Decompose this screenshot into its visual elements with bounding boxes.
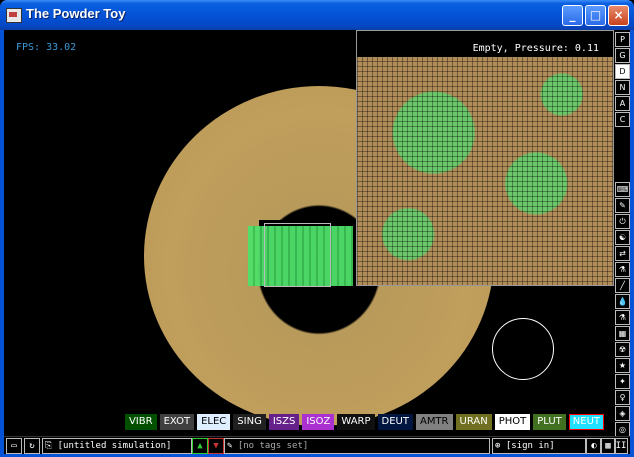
vote-down-button[interactable]: ▼ [208, 438, 224, 454]
simulation-canvas[interactable]: FPS: 33.02 Empty, Pressure: 0.11 P G D N A C ⌨… [4, 30, 630, 454]
app-icon [6, 8, 22, 23]
vote-up-button[interactable]: ▲ [192, 438, 208, 454]
window-titlebar[interactable]: The Powder Toy _ □ × [0, 0, 634, 30]
tool-category-4-icon[interactable]: ⇄ [615, 246, 630, 261]
element-amtr-button[interactable]: AMTR [415, 414, 453, 430]
element-plut-button[interactable]: PLUT [533, 414, 566, 430]
element-vibr-button[interactable]: VIBR [124, 414, 157, 430]
display-mode-g-button[interactable]: G [615, 48, 630, 63]
status-readout: Empty, Pressure: 0.11 [472, 43, 599, 54]
tool-category-11-icon[interactable]: ★ [615, 358, 630, 373]
reload-button[interactable]: ↻ [24, 438, 40, 454]
element-neut-button[interactable]: NEUT [568, 414, 604, 430]
right-sidebar: PGDNAC⌨✎⏻☯⇄⚗╱💧⚗▦☢★✦♀◈◎▤ [615, 30, 630, 454]
save-name: [untitled simulation] [57, 441, 172, 451]
pause-button[interactable]: II [614, 438, 628, 454]
element-phot-button[interactable]: PHOT [494, 414, 531, 430]
element-uran-button[interactable]: URAN [455, 414, 492, 430]
tool-category-15-icon[interactable]: ◎ [615, 422, 630, 437]
display-mode-a-button[interactable]: A [615, 96, 630, 111]
brush-cursor-circle [492, 318, 554, 380]
tool-category-2-icon[interactable]: ⏻ [615, 214, 630, 229]
tool-category-13-icon[interactable]: ♀ [615, 390, 630, 405]
save-simulation-button[interactable]: ⎘ [untitled simulation] [42, 438, 192, 454]
close-button[interactable]: × [608, 5, 629, 26]
display-mode-d-button[interactable]: D [615, 64, 630, 79]
element-sing-button[interactable]: SING [233, 414, 266, 430]
tool-category-8-icon[interactable]: ⚗ [615, 310, 630, 325]
element-elec-button[interactable]: ELEC [197, 414, 231, 430]
save-icon: ⎘ [45, 441, 53, 451]
display-mode-n-button[interactable]: N [615, 80, 630, 95]
tool-category-10-icon[interactable]: ☢ [615, 342, 630, 357]
element-bar: VIBR EXOT ELEC SING ISZS ISOZ WARP DEUT AMTR URAN… [124, 414, 604, 430]
element-deut-button[interactable]: DEUT [377, 414, 413, 430]
maximize-button[interactable]: □ [585, 5, 606, 26]
tool-category-6-icon[interactable]: ╱ [615, 278, 630, 293]
tool-category-1-icon[interactable]: ✎ [615, 198, 630, 213]
tags-button[interactable]: ✎ [no tags set] [224, 438, 490, 454]
minimize-button[interactable]: _ [562, 5, 583, 26]
zoom-selection-box[interactable] [264, 223, 331, 287]
tool-category-14-icon[interactable]: ◈ [615, 406, 630, 421]
tool-category-9-icon[interactable]: ▦ [615, 326, 630, 341]
tag-icon: ✎ [227, 441, 233, 451]
tool-category-0-icon[interactable]: ⌨ [615, 182, 630, 197]
tool-category-5-icon[interactable]: ⚗ [615, 262, 630, 277]
element-exot-button[interactable]: EXOT [159, 414, 195, 430]
bottom-bar: ▭ ↻ ⎘ [untitled simulation] ▲ ▼ ✎ [no ta… [4, 436, 630, 454]
open-save-button[interactable]: ▭ [6, 438, 22, 454]
window-title: The Powder Toy [26, 6, 126, 21]
element-isoz-button[interactable]: ISOZ [302, 414, 335, 430]
display-mode-c-button[interactable]: C [615, 112, 630, 127]
element-iszs-button[interactable]: ISZS [268, 414, 300, 430]
display-mode-p-button[interactable]: P [615, 32, 630, 47]
sign-in-label: [sign in] [505, 441, 555, 451]
tool-category-12-icon[interactable]: ✦ [615, 374, 630, 389]
zoom-window: Empty, Pressure: 0.11 [356, 30, 614, 286]
tool-category-3-icon[interactable]: ☯ [615, 230, 630, 245]
window-frame-right [630, 30, 634, 457]
element-warp-button[interactable]: WARP [337, 414, 375, 430]
user-icon: ⊕ [495, 441, 501, 451]
tool-category-7-icon[interactable]: 💧 [615, 294, 630, 309]
sign-in-button[interactable]: ⊕ [sign in] [492, 438, 586, 454]
tags-label: [no tags set] [237, 441, 309, 451]
fps-readout: FPS: 33.02 [16, 42, 77, 53]
